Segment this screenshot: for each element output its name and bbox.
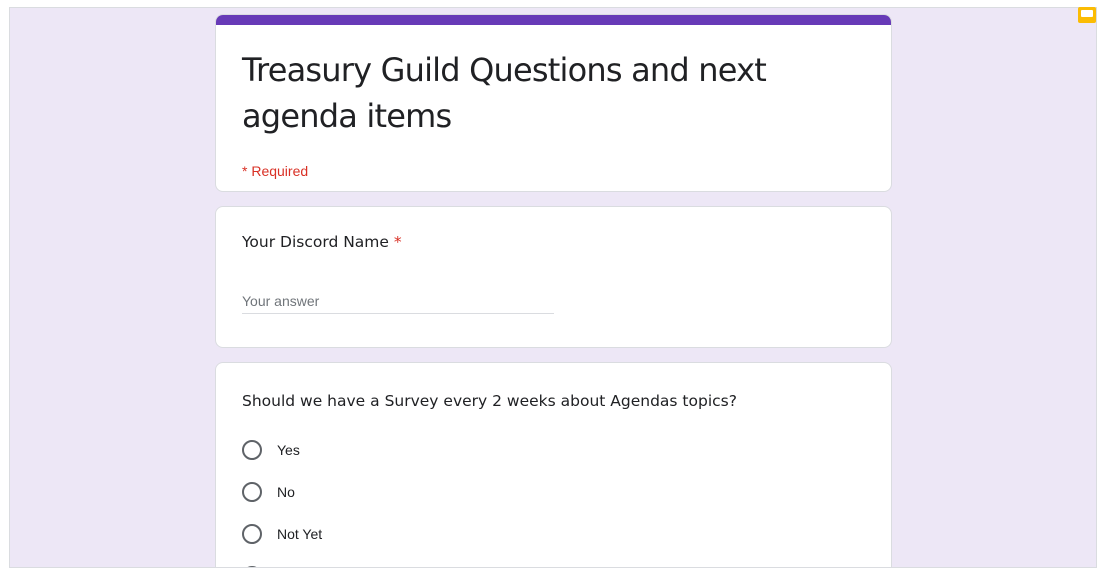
- radio-unchecked-icon[interactable]: [242, 566, 262, 567]
- radio-option-yes[interactable]: Yes: [242, 439, 300, 461]
- option-label: No: [277, 484, 295, 500]
- option-label: Yes: [277, 442, 300, 458]
- radio-unchecked-icon[interactable]: [242, 482, 262, 502]
- question-title-text: Your Discord Name: [242, 233, 389, 251]
- form-viewport: Treasury Guild Questions and next agenda…: [9, 7, 1097, 568]
- required-asterisk: *: [393, 233, 402, 251]
- question-card-survey: Should we have a Survey every 2 weeks ab…: [215, 362, 892, 567]
- discord-name-input[interactable]: [242, 289, 554, 314]
- radio-unchecked-icon[interactable]: [242, 440, 262, 460]
- form-header-card: Treasury Guild Questions and next agenda…: [215, 14, 892, 192]
- question-card-discord-name: Your Discord Name *: [215, 206, 892, 348]
- question-title: Should we have a Survey every 2 weeks ab…: [242, 392, 737, 410]
- radio-option-not-yet[interactable]: Not Yet: [242, 523, 322, 545]
- radio-unchecked-icon[interactable]: [242, 524, 262, 544]
- required-note: * Required: [242, 163, 309, 179]
- question-title: Your Discord Name *: [242, 233, 402, 251]
- radio-option-no[interactable]: No: [242, 481, 295, 503]
- option-label: Not Yet: [277, 526, 323, 542]
- slides-icon[interactable]: [1078, 7, 1096, 23]
- form-title: Treasury Guild Questions and next agenda…: [242, 51, 767, 135]
- accent-bar: [216, 15, 891, 25]
- radio-option-partial[interactable]: [242, 565, 277, 567]
